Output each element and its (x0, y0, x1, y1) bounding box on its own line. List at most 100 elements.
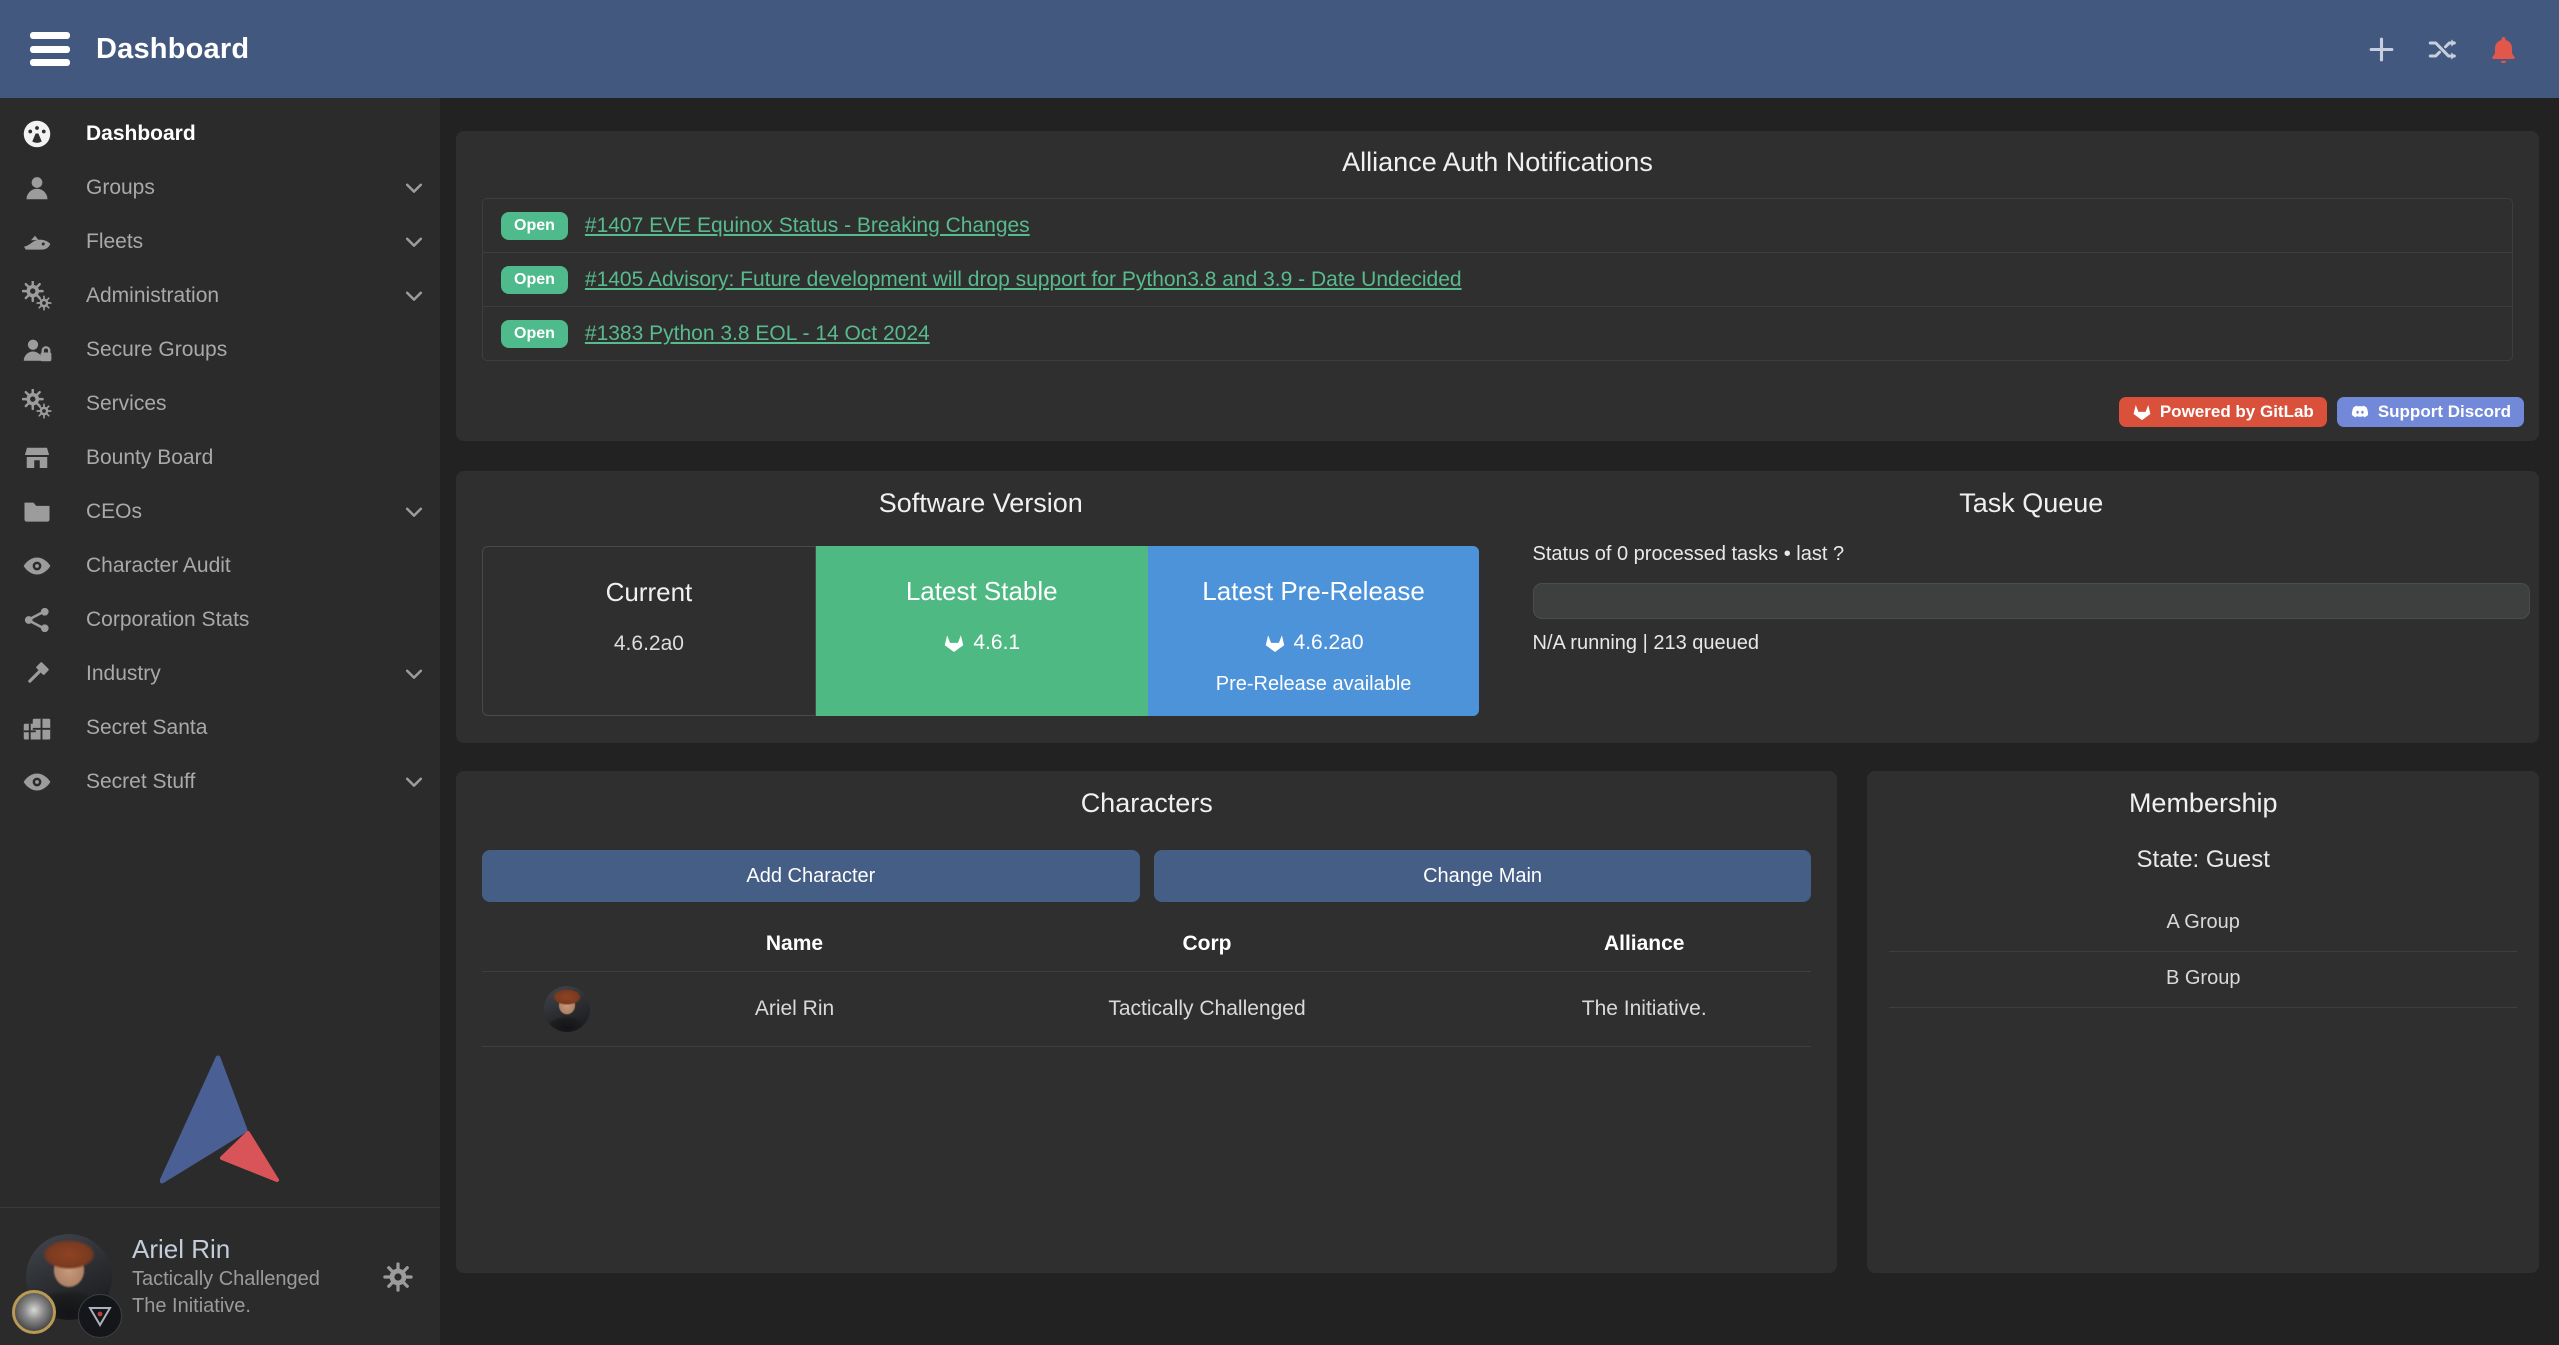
version-label: Current (606, 577, 693, 608)
notification-link[interactable]: #1383 Python 3.8 EOL - 14 Oct 2024 (585, 322, 930, 346)
task-queue-title: Task Queue (1533, 488, 2531, 519)
sidebar-item-fleets[interactable]: Fleets (0, 215, 440, 269)
top-navbar: Dashboard (0, 0, 2559, 98)
add-character-button[interactable]: Add Character (482, 850, 1140, 902)
version-prerelease: Latest Pre-Release 4.6.2a0 Pre-Release a… (1148, 546, 1480, 716)
sidebar-item-ceos[interactable]: CEOs (0, 485, 440, 539)
sidebar-item-label: Administration (86, 284, 219, 308)
plus-icon[interactable] (2366, 34, 2397, 65)
sidebar-item-dashboard[interactable]: Dashboard (0, 107, 440, 161)
sidebar-item-secure-groups[interactable]: Secure Groups (0, 323, 440, 377)
navbar-actions (2366, 34, 2519, 65)
group-item: B Group (1889, 952, 2517, 1008)
character-portrait (544, 986, 590, 1032)
character-corp: Tactically Challenged (937, 972, 1477, 1047)
sidebar-item-label: Bounty Board (86, 446, 213, 470)
avatar (26, 1234, 112, 1320)
sidebar-menu: Dashboard Groups Fleets Administration S… (0, 98, 440, 809)
sidebar-item-label: Secret Stuff (86, 770, 195, 794)
folder-icon (22, 497, 52, 527)
shuttle-icon (22, 227, 52, 257)
characters-title: Characters (482, 788, 1811, 819)
discord-icon (2350, 402, 2370, 422)
sidebar-item-services[interactable]: Services (0, 377, 440, 431)
notifications-title: Alliance Auth Notifications (456, 147, 2539, 178)
eye-icon (22, 767, 52, 797)
table-row: Ariel Rin Tactically Challenged The Init… (482, 972, 1811, 1047)
user-icon (22, 173, 52, 203)
prerelease-note: Pre-Release available (1216, 673, 1412, 696)
sidebar-item-corporation-stats[interactable]: Corporation Stats (0, 593, 440, 647)
version-label: Latest Stable (906, 576, 1058, 607)
characters-table: Name Corp Alliance Ariel Rin Tactically … (482, 918, 1811, 1047)
task-queue-progressbar (1533, 583, 2531, 619)
gitlab-icon (1264, 632, 1286, 654)
shuffle-icon[interactable] (2427, 34, 2458, 65)
character-name: Ariel Rin (652, 972, 937, 1047)
sidebar-item-label: Character Audit (86, 554, 231, 578)
membership-state: State: Guest (1887, 846, 2519, 874)
version-value: 4.6.2a0 (614, 632, 684, 656)
alliance-auth-app: Dashboard Dashboard Groups Fleets (0, 0, 2559, 1345)
version-current: Current 4.6.2a0 (482, 546, 816, 716)
sidebar-item-industry[interactable]: Industry (0, 647, 440, 701)
group-item: A Group (1889, 896, 2517, 952)
sidebar-user-panel: Ariel Rin Tactically Challenged The Init… (0, 1207, 440, 1345)
menu-toggle-icon[interactable] (30, 32, 70, 66)
notification-link[interactable]: #1405 Advisory: Future development will … (585, 268, 1462, 292)
character-alliance: The Initiative. (1477, 972, 1811, 1047)
notifications-list: Open #1407 EVE Equinox Status - Breaking… (482, 198, 2513, 361)
membership-groups: A Group B Group (1889, 896, 2517, 1008)
table-header-alliance: Alliance (1477, 918, 1811, 972)
notification-item: Open #1405 Advisory: Future development … (483, 252, 2512, 306)
store-icon (22, 443, 52, 473)
alliance-auth-logo (0, 1055, 440, 1185)
table-header-name: Name (652, 918, 937, 972)
membership-panel: Membership State: Guest A Group B Group (1867, 771, 2539, 1273)
sidebar-item-label: Secret Santa (86, 716, 207, 740)
bell-icon[interactable] (2488, 34, 2519, 65)
change-main-button[interactable]: Change Main (1154, 850, 1812, 902)
version-grid: Current 4.6.2a0 Latest Stable 4.6.1 Late… (482, 546, 1480, 716)
notification-link[interactable]: #1407 EVE Equinox Status - Breaking Chan… (585, 214, 1030, 238)
sidebar-item-administration[interactable]: Administration (0, 269, 440, 323)
status-badge: Open (501, 212, 568, 240)
sidebar-item-label: Dashboard (86, 122, 196, 146)
chevron-down-icon (403, 501, 425, 523)
user-corp: Tactically Challenged (132, 1266, 320, 1293)
sidebar-item-secret-santa[interactable]: Secret Santa (0, 701, 440, 755)
table-header-corp: Corp (937, 918, 1477, 972)
gears-icon (22, 389, 52, 419)
task-queue-summary: N/A running | 213 queued (1533, 632, 2531, 655)
status-badge: Open (501, 320, 568, 348)
share-icon (22, 605, 52, 635)
sidebar-item-groups[interactable]: Groups (0, 161, 440, 215)
sidebar-item-label: Industry (86, 662, 161, 686)
sidebar-item-secret-stuff[interactable]: Secret Stuff (0, 755, 440, 809)
gear-icon[interactable] (382, 1261, 414, 1293)
user-alliance: The Initiative. (132, 1293, 320, 1320)
sidebar-item-label: Secure Groups (86, 338, 227, 362)
gears-icon (22, 281, 52, 311)
sidebar-item-label: Corporation Stats (86, 608, 249, 632)
version-value: 4.6.2a0 (1294, 631, 1364, 655)
corp-logo (12, 1290, 56, 1334)
sidebar-item-character-audit[interactable]: Character Audit (0, 539, 440, 593)
software-version-panel: Software Version Current 4.6.2a0 Latest … (456, 471, 2539, 743)
badge-label: Powered by GitLab (2160, 402, 2314, 422)
membership-title: Membership (1887, 788, 2519, 819)
sidebar-item-bounty-board[interactable]: Bounty Board (0, 431, 440, 485)
badge-label: Support Discord (2378, 402, 2511, 422)
powered-by-gitlab-badge[interactable]: Powered by GitLab (2119, 397, 2327, 427)
chevron-down-icon (403, 771, 425, 793)
task-queue-section: Task Queue Status of 0 processed tasks •… (1505, 488, 2540, 743)
table-header-portrait (482, 918, 652, 972)
support-discord-badge[interactable]: Support Discord (2337, 397, 2524, 427)
gitlab-icon (943, 632, 965, 654)
user-name: Ariel Rin (132, 1233, 320, 1266)
task-queue-status: Status of 0 processed tasks • last ? (1533, 543, 2531, 566)
version-value: 4.6.1 (973, 631, 1020, 655)
gitlab-icon (2132, 402, 2152, 422)
gifts-icon (22, 713, 52, 743)
version-stable: Latest Stable 4.6.1 (816, 546, 1148, 716)
